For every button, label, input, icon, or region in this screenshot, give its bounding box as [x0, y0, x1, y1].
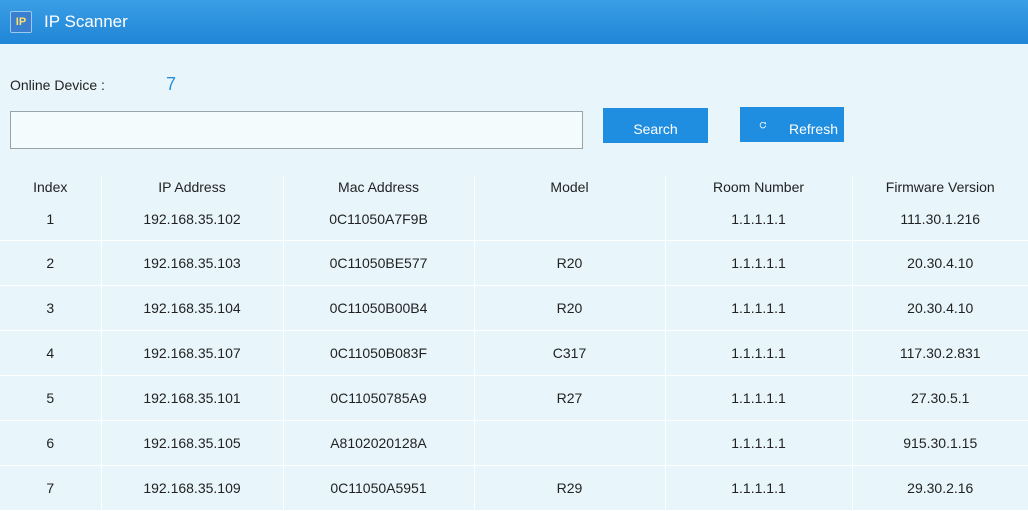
table-row[interactable]: 2 192.168.35.103 0C11050BE577 R20 1.1.1.… [0, 240, 1028, 286]
cell-model [473, 198, 665, 241]
cell-ip-address: 192.168.35.104 [100, 285, 283, 331]
cell-firmware-version: 117.30.2.831 [851, 330, 1028, 376]
cell-ip-address: 192.168.35.102 [100, 198, 283, 241]
cell-mac-address: 0C11050785A9 [282, 375, 474, 421]
cell-firmware-version: 27.30.5.1 [851, 375, 1028, 421]
cell-room-number: 1.1.1.1.1 [664, 240, 852, 286]
cell-ip-address: 192.168.35.101 [100, 375, 283, 421]
cell-model [473, 420, 665, 466]
cell-mac-address: 0C11050B083F [282, 330, 474, 376]
cell-room-number: 1.1.1.1.1 [664, 375, 852, 421]
cell-mac-address: 0C11050BE577 [282, 240, 474, 286]
cell-model: R27 [473, 375, 665, 421]
search-button[interactable]: Search [603, 108, 708, 143]
cell-model: R29 [473, 465, 665, 511]
cell-firmware-version: 915.30.1.15 [851, 420, 1028, 466]
column-header-firmware-version[interactable]: Firmware Version [851, 176, 1028, 198]
cell-model: R20 [473, 285, 665, 331]
cell-mac-address: 0C11050A7F9B [282, 198, 474, 241]
cell-firmware-version: 29.30.2.16 [851, 465, 1028, 511]
cell-firmware-version: 20.30.4.10 [851, 240, 1028, 286]
online-device-count: 7 [166, 74, 177, 94]
cell-index: 7 [0, 465, 101, 511]
cell-room-number: 1.1.1.1.1 [664, 465, 852, 511]
column-header-room-number[interactable]: Room Number [664, 176, 852, 198]
cell-room-number: 1.1.1.1.1 [664, 330, 852, 376]
cell-room-number: 1.1.1.1.1 [664, 198, 852, 241]
app-icon: IP [10, 11, 32, 33]
refresh-button-label: Refresh [788, 120, 838, 137]
refresh-icon [759, 121, 767, 128]
cell-index: 1 [0, 198, 101, 241]
cell-index: 6 [0, 420, 101, 466]
cell-model: R20 [473, 240, 665, 286]
cell-mac-address: A8102020128A [282, 420, 474, 466]
column-header-ip-address[interactable]: IP Address [100, 176, 283, 198]
column-header-model[interactable]: Model [473, 176, 665, 198]
table-row[interactable]: 3 192.168.35.104 0C11050B00B4 R20 1.1.1.… [0, 285, 1028, 331]
cell-index: 5 [0, 375, 101, 421]
cell-model: C317 [473, 330, 665, 376]
column-header-index[interactable]: Index [0, 176, 101, 198]
cell-index: 3 [0, 285, 101, 331]
cell-firmware-version: 20.30.4.10 [851, 285, 1028, 331]
device-table: Index IP Address Mac Address Model Room … [0, 176, 1028, 511]
table-row[interactable]: 4 192.168.35.107 0C11050B083F C317 1.1.1… [0, 330, 1028, 376]
cell-room-number: 1.1.1.1.1 [664, 285, 852, 331]
table-row[interactable]: 6 192.168.35.105 A8102020128A 1.1.1.1.1 … [0, 420, 1028, 466]
cell-room-number: 1.1.1.1.1 [664, 420, 852, 466]
window-title: IP Scanner [44, 12, 128, 31]
search-input[interactable] [10, 111, 583, 149]
refresh-button[interactable]: Refresh [740, 107, 844, 142]
online-device-label: Online Device : [10, 77, 105, 93]
cell-firmware-version: 111.30.1.216 [851, 198, 1028, 241]
column-header-mac-address[interactable]: Mac Address [282, 176, 474, 198]
cell-ip-address: 192.168.35.109 [100, 465, 283, 511]
cell-index: 4 [0, 330, 101, 376]
cell-index: 2 [0, 240, 101, 286]
table-row[interactable]: 5 192.168.35.101 0C11050785A9 R27 1.1.1.… [0, 375, 1028, 421]
cell-ip-address: 192.168.35.103 [100, 240, 283, 286]
cell-mac-address: 0C11050B00B4 [282, 285, 474, 331]
cell-ip-address: 192.168.35.105 [100, 420, 283, 466]
cell-ip-address: 192.168.35.107 [100, 330, 283, 376]
search-button-label: Search [633, 120, 678, 137]
table-header-row: Index IP Address Mac Address Model Room … [0, 176, 1028, 198]
table-row[interactable]: 7 192.168.35.109 0C11050A5951 R29 1.1.1.… [0, 465, 1028, 511]
title-bar: IP IP Scanner [0, 0, 1028, 44]
table-row[interactable]: 1 192.168.35.102 0C11050A7F9B 1.1.1.1.1 … [0, 198, 1028, 241]
cell-mac-address: 0C11050A5951 [282, 465, 474, 511]
